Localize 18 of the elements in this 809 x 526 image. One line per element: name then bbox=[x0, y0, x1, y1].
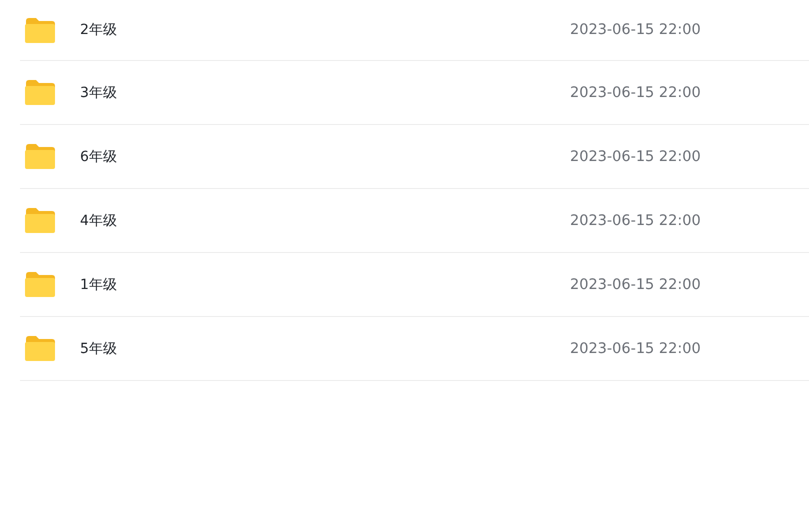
folder-name[interactable]: 6年级 bbox=[80, 148, 560, 166]
modified-date: 2023-06-15 22:00 bbox=[570, 276, 701, 292]
folder-icon bbox=[24, 16, 56, 44]
modified-date: 2023-06-15 22:00 bbox=[570, 84, 701, 100]
folder-name[interactable]: 3年级 bbox=[80, 84, 560, 102]
folder-name[interactable]: 4年级 bbox=[80, 212, 560, 230]
folder-icon bbox=[24, 271, 56, 298]
folder-name[interactable]: 2年级 bbox=[80, 21, 560, 39]
folder-icon bbox=[24, 335, 56, 362]
modified-date: 2023-06-15 22:00 bbox=[570, 340, 701, 356]
modified-date: 2023-06-15 22:00 bbox=[570, 148, 701, 164]
folder-icon bbox=[24, 79, 56, 106]
modified-date: 2023-06-15 22:00 bbox=[570, 212, 701, 228]
folder-name[interactable]: 1年级 bbox=[80, 276, 560, 294]
folder-icon bbox=[24, 143, 56, 170]
modified-date: 2023-06-15 22:00 bbox=[570, 22, 701, 38]
folder-icon bbox=[24, 207, 56, 234]
folder-name[interactable]: 5年级 bbox=[80, 340, 560, 358]
